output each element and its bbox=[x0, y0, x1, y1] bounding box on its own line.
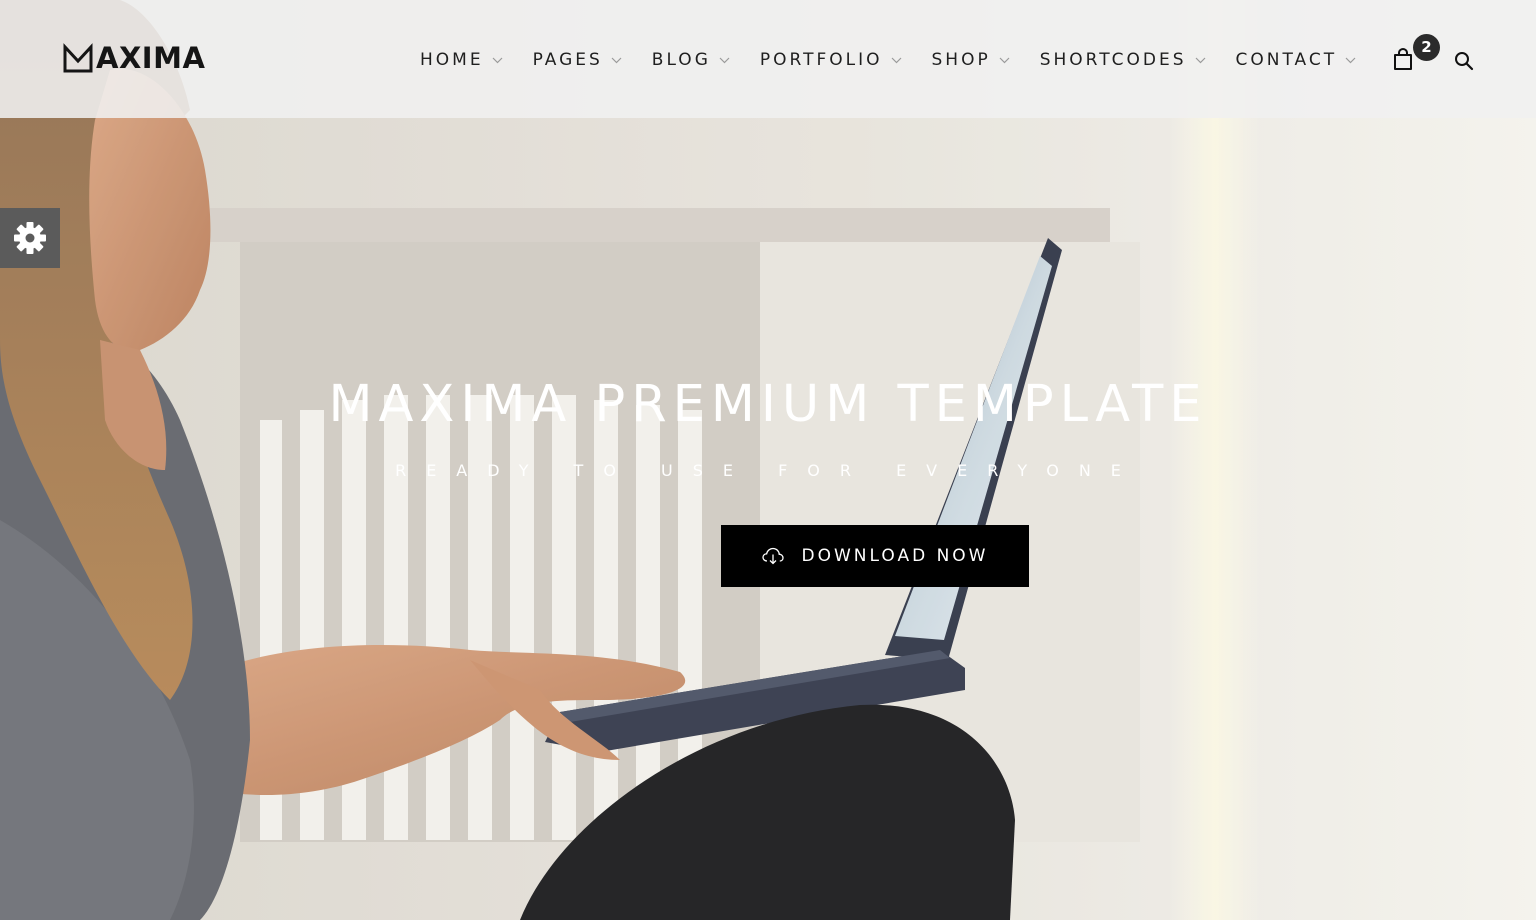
nav-item-portfolio[interactable]: PORTFOLIO bbox=[760, 47, 902, 73]
search-icon[interactable] bbox=[1454, 51, 1474, 71]
chevron-down-icon bbox=[492, 57, 503, 63]
hero-title: MAXIMA PREMIUM TEMPLATE bbox=[328, 375, 1208, 434]
chevron-down-icon bbox=[719, 57, 730, 63]
nav-item-contact[interactable]: CONTACT bbox=[1236, 47, 1357, 73]
logo-mark-icon bbox=[63, 43, 93, 73]
chevron-down-icon bbox=[1345, 57, 1356, 63]
main-nav: HOME PAGES BLOG PORTFOLIO SHOP SHORTCODE… bbox=[420, 47, 1386, 73]
nav-item-shortcodes[interactable]: SHORTCODES bbox=[1040, 47, 1206, 73]
nav-label-portfolio: PORTFOLIO bbox=[759, 50, 883, 70]
chevron-down-icon bbox=[891, 57, 901, 63]
nav-label-contact: CONTACT bbox=[1235, 50, 1338, 70]
nav-label-blog: BLOG bbox=[651, 50, 711, 70]
gear-icon bbox=[14, 222, 46, 254]
download-now-label: DOWNLOAD NOW bbox=[801, 546, 989, 566]
nav-label-shop: SHOP bbox=[931, 50, 991, 70]
nav-item-shop[interactable]: SHOP bbox=[932, 47, 1010, 73]
site-logo[interactable]: AXIMA bbox=[63, 42, 205, 74]
chevron-down-icon bbox=[1195, 57, 1205, 63]
download-now-button[interactable]: DOWNLOAD NOW bbox=[721, 525, 1029, 587]
nav-item-pages[interactable]: PAGES bbox=[533, 47, 622, 73]
cloud-download-icon bbox=[761, 547, 784, 565]
hero-subtitle: READY TO USE FOR EVERYONE bbox=[395, 461, 1141, 480]
nav-label-shortcodes: SHORTCODES bbox=[1039, 50, 1187, 70]
cart-count-badge[interactable]: 2 bbox=[1413, 34, 1440, 61]
page: AXIMA HOME PAGES BLOG PORTFOLIO SHOP SHO… bbox=[0, 0, 1536, 920]
nav-label-pages: PAGES bbox=[532, 50, 603, 70]
chevron-down-icon bbox=[611, 57, 622, 63]
nav-label-home: HOME bbox=[420, 50, 484, 70]
style-switcher-toggle[interactable] bbox=[0, 208, 60, 268]
nav-item-home[interactable]: HOME bbox=[420, 47, 503, 73]
logo-text: AXIMA bbox=[96, 41, 206, 75]
nav-item-blog[interactable]: BLOG bbox=[652, 47, 730, 73]
chevron-down-icon bbox=[999, 57, 1010, 63]
site-header: AXIMA HOME PAGES BLOG PORTFOLIO SHOP SHO… bbox=[0, 0, 1536, 118]
shopping-bag-icon[interactable] bbox=[1393, 48, 1413, 71]
